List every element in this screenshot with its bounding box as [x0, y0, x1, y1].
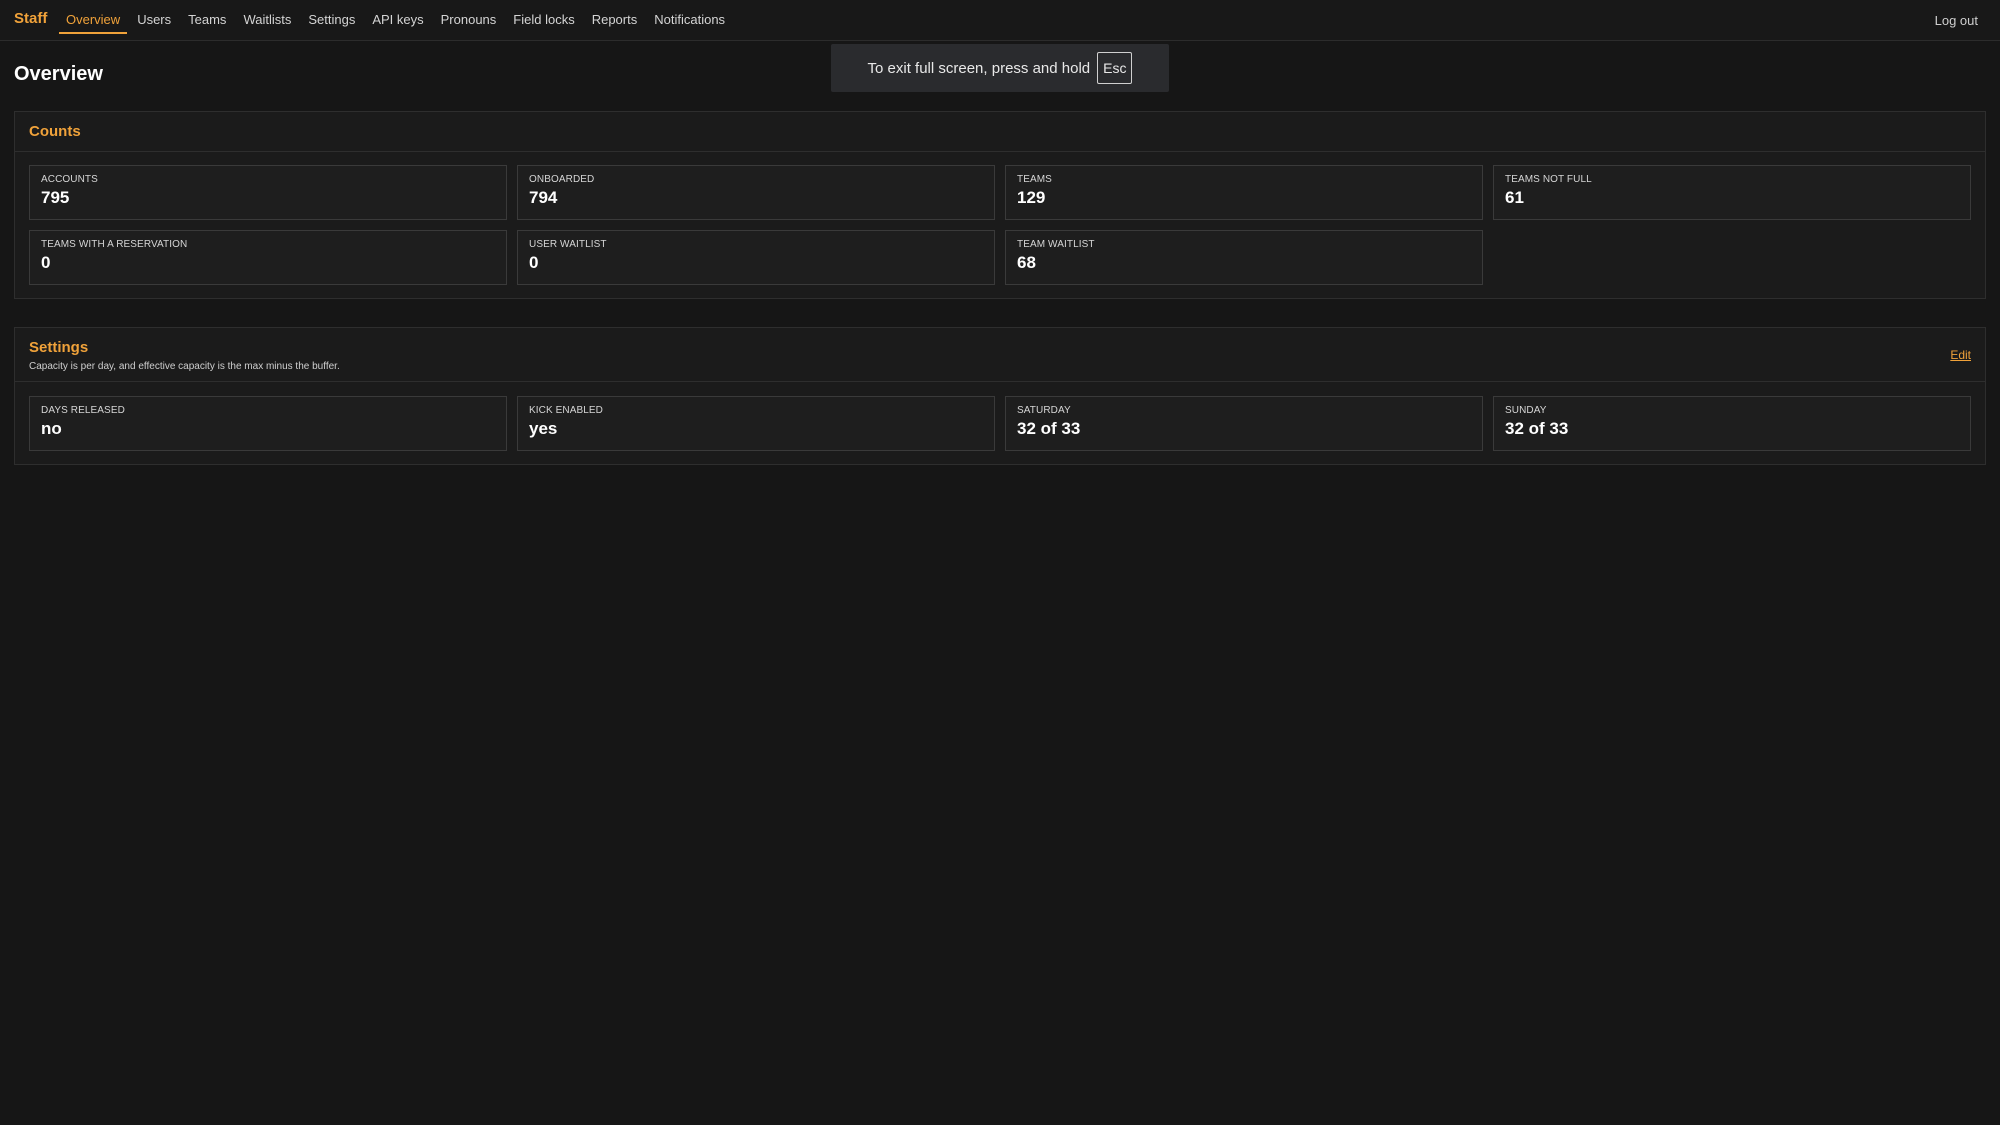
- settings-panel: Settings Capacity is per day, and effect…: [14, 327, 1986, 465]
- esc-key-badge: Esc: [1097, 52, 1133, 84]
- stat-value: 795: [41, 188, 70, 207]
- tab-settings[interactable]: Settings: [301, 0, 362, 34]
- counts-title: Counts: [29, 123, 81, 140]
- stat-teams-not-full: TEAMS NOT FULL 61: [1493, 165, 1971, 220]
- logout-link[interactable]: Log out: [1935, 13, 1978, 28]
- settings-header: Settings Capacity is per day, and effect…: [15, 328, 1985, 382]
- tab-users[interactable]: Users: [130, 0, 178, 34]
- stat-label: ONBOARDED: [529, 174, 595, 185]
- tab-teams[interactable]: Teams: [181, 0, 233, 34]
- stat-teams-with-reservation: TEAMS WITH A RESERVATION 0: [29, 230, 507, 285]
- stat-label: ACCOUNTS: [41, 174, 98, 185]
- stat-value: no: [41, 419, 62, 438]
- nav-tabs: Overview Users Teams Waitlists Settings …: [59, 0, 735, 41]
- stat-team-waitlist: TEAM WAITLIST 68: [1005, 230, 1483, 285]
- stat-value: 32 of 33: [1017, 419, 1081, 438]
- tab-waitlists[interactable]: Waitlists: [236, 0, 298, 34]
- stat-value: yes: [529, 419, 558, 438]
- tab-pronouns[interactable]: Pronouns: [434, 0, 504, 34]
- stat-value: 0: [529, 253, 539, 272]
- tab-overview[interactable]: Overview: [59, 0, 128, 34]
- stat-onboarded: ONBOARDED 794: [517, 165, 995, 220]
- stat-label: TEAM WAITLIST: [1017, 239, 1095, 250]
- stat-label: KICK ENABLED: [529, 405, 604, 416]
- stat-user-waitlist: USER WAITLIST 0: [517, 230, 995, 285]
- stat-value: 32 of 33: [1505, 419, 1569, 438]
- tab-api-keys[interactable]: API keys: [365, 0, 430, 34]
- stat-teams: TEAMS 129: [1005, 165, 1483, 220]
- stat-sunday: SUNDAY 32 of 33: [1493, 396, 1971, 451]
- stat-label: TEAMS WITH A RESERVATION: [41, 239, 188, 250]
- stat-accounts: ACCOUNTS 795: [29, 165, 507, 220]
- stat-value: 68: [1017, 253, 1036, 272]
- stat-label: SATURDAY: [1017, 405, 1071, 416]
- toast-text: To exit full screen, press and hold: [867, 59, 1091, 77]
- top-nav: Staff Overview Users Teams Waitlists Set…: [0, 0, 2000, 41]
- settings-edit-link[interactable]: Edit: [1950, 348, 1971, 362]
- settings-title: Settings: [29, 339, 89, 356]
- stat-kick-enabled: KICK ENABLED yes: [517, 396, 995, 451]
- counts-header: Counts: [15, 112, 1985, 152]
- page-title: Overview: [14, 63, 103, 85]
- tab-reports[interactable]: Reports: [585, 0, 645, 34]
- stat-label: DAYS RELEASED: [41, 405, 125, 416]
- settings-grid: DAYS RELEASED no KICK ENABLED yes SATURD…: [29, 396, 1971, 451]
- settings-subtitle: Capacity is per day, and effective capac…: [29, 361, 340, 372]
- stat-days-released: DAYS RELEASED no: [29, 396, 507, 451]
- counts-grid: ACCOUNTS 795 ONBOARDED 794 TEAMS 129 TEA…: [29, 165, 1971, 285]
- stat-label: TEAMS: [1017, 174, 1052, 185]
- stat-label: SUNDAY: [1505, 405, 1547, 416]
- brand-logo[interactable]: Staff: [14, 10, 47, 27]
- stat-value: 61: [1505, 188, 1524, 207]
- tab-notifications[interactable]: Notifications: [647, 0, 732, 34]
- stat-label: USER WAITLIST: [529, 239, 607, 250]
- stat-label: TEAMS NOT FULL: [1505, 174, 1592, 185]
- fullscreen-toast: To exit full screen, press and hold Esc: [831, 44, 1169, 92]
- stat-value: 0: [41, 253, 51, 272]
- stat-saturday: SATURDAY 32 of 33: [1005, 396, 1483, 451]
- stat-value: 129: [1017, 188, 1046, 207]
- stat-value: 794: [529, 188, 558, 207]
- tab-field-locks[interactable]: Field locks: [506, 0, 581, 34]
- counts-panel: Counts ACCOUNTS 795 ONBOARDED 794 TEAMS …: [14, 111, 1986, 299]
